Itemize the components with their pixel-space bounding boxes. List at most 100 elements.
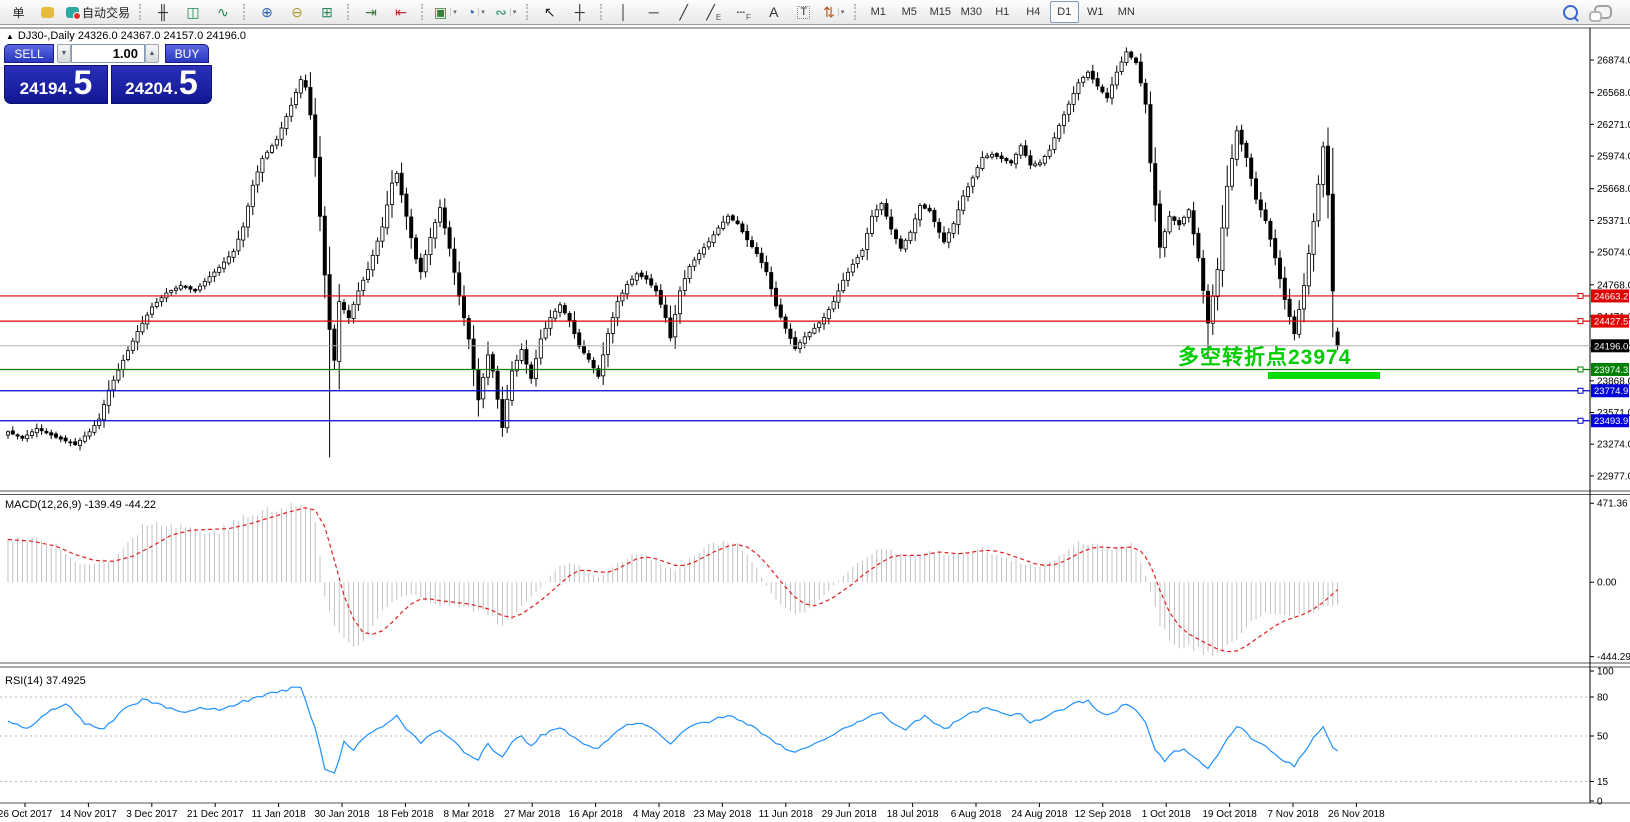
autotrading-button-label: 自动交易 bbox=[82, 4, 130, 21]
timeframe-m30[interactable]: M30 bbox=[957, 1, 986, 23]
fibonacci-button[interactable]: ┄F bbox=[730, 1, 758, 23]
svg-text:29 Jun 2018: 29 Jun 2018 bbox=[822, 809, 877, 820]
sell-price-main: 24194 bbox=[20, 79, 67, 99]
arrows-button-dropdown-icon[interactable]: ▾ bbox=[838, 8, 845, 16]
svg-text:23274.0: 23274.0 bbox=[1597, 440, 1630, 451]
buy-price-display: 24204.5 bbox=[111, 65, 212, 104]
search-button[interactable] bbox=[1563, 5, 1578, 20]
cursor-button[interactable]: ↖ bbox=[536, 1, 564, 23]
svg-text:18 Feb 2018: 18 Feb 2018 bbox=[377, 809, 434, 820]
volume-input[interactable]: 1.00 bbox=[71, 44, 145, 63]
periods-button-dropdown-icon[interactable]: ▾ bbox=[478, 8, 485, 16]
buy-button[interactable]: BUY bbox=[165, 44, 209, 63]
chart-shift-button[interactable]: ⇥ bbox=[357, 1, 385, 23]
time-axis: 26 Oct 201714 Nov 20173 Dec 201721 Dec 2… bbox=[0, 803, 1385, 820]
equidistant-channel-button[interactable]: ╱E bbox=[700, 1, 728, 23]
new-chart-button[interactable]: ▣▾ bbox=[431, 1, 460, 23]
macd-layer bbox=[8, 503, 1338, 656]
timeframe-m15[interactable]: M15 bbox=[926, 1, 955, 23]
trendline-button[interactable]: ╱ bbox=[670, 1, 698, 23]
candles-layer bbox=[6, 47, 1339, 457]
svg-text:7 Nov 2018: 7 Nov 2018 bbox=[1267, 809, 1319, 820]
arrows-button[interactable]: ⇅▾ bbox=[820, 1, 848, 23]
horizontal-line-button[interactable]: ─ bbox=[640, 1, 668, 23]
timeframe-m1[interactable]: M1 bbox=[864, 1, 893, 23]
svg-text:30 Jan 2018: 30 Jan 2018 bbox=[314, 809, 369, 820]
buy-price-main: 24204 bbox=[125, 79, 172, 99]
svg-text:26 Oct 2017: 26 Oct 2017 bbox=[0, 809, 53, 820]
tile-windows-button[interactable]: ⊞ bbox=[313, 1, 341, 23]
new-chart-button-dropdown-icon[interactable]: ▾ bbox=[450, 8, 457, 16]
svg-text:19 Oct 2018: 19 Oct 2018 bbox=[1202, 809, 1257, 820]
svg-text:3 Dec 2017: 3 Dec 2017 bbox=[126, 809, 178, 820]
crosshair-button[interactable]: ┼ bbox=[566, 1, 594, 23]
timeframe-m5[interactable]: M5 bbox=[895, 1, 924, 23]
timeframe-h1[interactable]: H1 bbox=[988, 1, 1017, 23]
timeframe-h4[interactable]: H4 bbox=[1019, 1, 1048, 23]
svg-text:26568.0: 26568.0 bbox=[1597, 88, 1630, 99]
svg-text:11 Jan 2018: 11 Jan 2018 bbox=[251, 809, 306, 820]
svg-text:1 Oct 2018: 1 Oct 2018 bbox=[1142, 809, 1191, 820]
svg-text:4 May 2018: 4 May 2018 bbox=[633, 809, 686, 820]
svg-text:24663.2: 24663.2 bbox=[1594, 291, 1628, 302]
svg-text:23493.9: 23493.9 bbox=[1594, 416, 1628, 427]
svg-text:50: 50 bbox=[1597, 732, 1609, 743]
volume-increase-button[interactable]: ▲ bbox=[145, 44, 159, 63]
svg-text:25074.0: 25074.0 bbox=[1597, 248, 1630, 259]
svg-text:23774.9: 23774.9 bbox=[1594, 386, 1628, 397]
svg-text:23 May 2018: 23 May 2018 bbox=[693, 809, 751, 820]
svg-text:0.00: 0.00 bbox=[1597, 578, 1617, 589]
timeframe-d1[interactable]: D1 bbox=[1050, 1, 1079, 23]
volume-decrease-button[interactable]: ▼ bbox=[57, 44, 71, 63]
chart-canvas[interactable]: 26874.026568.026271.025974.025668.025371… bbox=[0, 26, 1630, 822]
candlestick-chart-button[interactable]: ◫ bbox=[179, 1, 207, 23]
svg-text:25668.0: 25668.0 bbox=[1597, 184, 1630, 195]
autotrading-button[interactable]: 自动交易 bbox=[63, 1, 133, 23]
order-button-label: 单 bbox=[12, 4, 24, 21]
timeframe-mn[interactable]: MN bbox=[1112, 1, 1141, 23]
chart-title: ▲ DJ30-,Daily 24326.0 24367.0 24157.0 241… bbox=[6, 30, 246, 42]
svg-text:-444.29: -444.29 bbox=[1597, 652, 1630, 663]
svg-text:18 Jul 2018: 18 Jul 2018 bbox=[887, 809, 939, 820]
text-label-button[interactable]: T bbox=[790, 1, 818, 23]
rsi-layer bbox=[0, 687, 1590, 781]
svg-text:25371.0: 25371.0 bbox=[1597, 216, 1630, 227]
collapse-triangle-icon[interactable]: ▲ bbox=[6, 32, 14, 41]
toolbar-separator bbox=[243, 4, 247, 20]
svg-text:26 Nov 2018: 26 Nov 2018 bbox=[1328, 809, 1385, 820]
buy-price-point: . bbox=[173, 81, 177, 99]
indicators-button-dropdown-icon[interactable]: ▾ bbox=[510, 8, 517, 16]
svg-text:24427.5: 24427.5 bbox=[1594, 317, 1628, 328]
order-button[interactable]: 单 bbox=[3, 1, 31, 23]
periods-button[interactable]: ◔▾ bbox=[462, 1, 490, 23]
svg-text:23974.3: 23974.3 bbox=[1594, 365, 1628, 376]
autotrading-button-icon bbox=[66, 7, 79, 18]
chart-autoscroll-button[interactable]: ⇤ bbox=[387, 1, 415, 23]
svg-text:80: 80 bbox=[1597, 693, 1609, 704]
text-button[interactable]: A bbox=[760, 1, 788, 23]
zoom-in-button[interactable]: ⊕ bbox=[253, 1, 281, 23]
annotation-text[interactable]: 多空转折点23974 bbox=[1178, 341, 1351, 371]
gold-icon[interactable] bbox=[33, 1, 61, 23]
svg-text:12 Sep 2018: 12 Sep 2018 bbox=[1074, 809, 1131, 820]
highlight-bar[interactable] bbox=[1268, 372, 1380, 379]
bar-chart-button[interactable]: ╫ bbox=[149, 1, 177, 23]
chat-button[interactable] bbox=[1594, 5, 1612, 19]
indicators-button[interactable]: ∾▾ bbox=[492, 1, 520, 23]
svg-text:8 Mar 2018: 8 Mar 2018 bbox=[444, 809, 495, 820]
rsi-indicator-label: RSI(14) 37.4925 bbox=[5, 675, 86, 687]
sell-button[interactable]: SELL bbox=[4, 44, 54, 63]
hline-objects[interactable] bbox=[0, 293, 1590, 423]
svg-text:15: 15 bbox=[1597, 777, 1609, 788]
buy-price-frac: 5 bbox=[179, 68, 198, 99]
timeframe-w1[interactable]: W1 bbox=[1081, 1, 1110, 23]
toolbar-separator bbox=[526, 4, 530, 20]
svg-text:25974.0: 25974.0 bbox=[1597, 152, 1630, 163]
vertical-line-button[interactable]: │ bbox=[610, 1, 638, 23]
chart-title-text: DJ30-,Daily 24326.0 24367.0 24157.0 2419… bbox=[18, 30, 246, 42]
sell-price-frac: 5 bbox=[73, 68, 92, 99]
svg-text:6 Aug 2018: 6 Aug 2018 bbox=[951, 809, 1002, 820]
svg-text:24196.0: 24196.0 bbox=[1594, 341, 1628, 352]
zoom-out-button[interactable]: ⊖ bbox=[283, 1, 311, 23]
line-chart-button[interactable]: ∿ bbox=[209, 1, 237, 23]
